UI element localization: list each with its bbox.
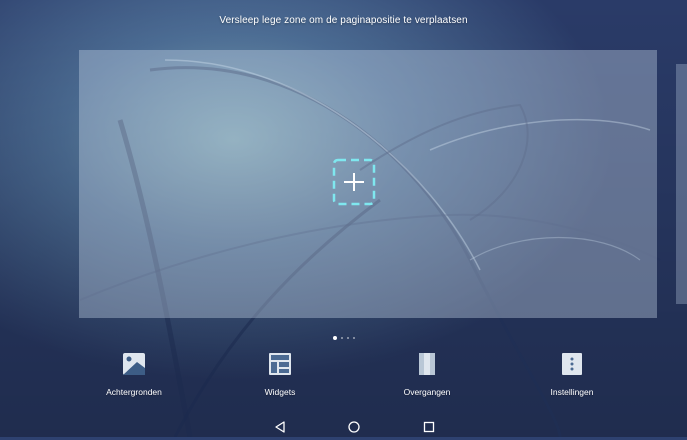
settings-button[interactable]: Instellingen — [522, 352, 622, 397]
page-dot-active — [332, 336, 337, 340]
wallpapers-button[interactable]: Achtergronden — [84, 352, 184, 397]
transitions-label: Overgangen — [403, 387, 451, 397]
recents-square-icon — [423, 421, 435, 433]
settings-label: Instellingen — [550, 387, 594, 397]
widgets-button[interactable]: Widgets — [230, 352, 330, 397]
page-dot — [346, 337, 349, 339]
back-triangle-icon — [275, 421, 285, 433]
widgets-label: Widgets — [264, 387, 296, 397]
settings-icon — [562, 353, 582, 375]
page-dot — [340, 337, 343, 339]
back-button[interactable] — [269, 419, 291, 435]
widgets-icon — [269, 353, 291, 375]
reposition-hint: Versleep lege zone om de paginapositie t… — [219, 15, 468, 26]
plus-icon — [332, 158, 376, 206]
transitions-icon — [419, 353, 435, 375]
home-circle-icon — [348, 421, 360, 433]
recents-button[interactable] — [418, 419, 440, 435]
wallpaper-icon — [123, 353, 145, 375]
wallpapers-label: Achtergronden — [106, 387, 162, 397]
home-button[interactable] — [343, 419, 365, 435]
page-dot — [352, 337, 355, 339]
page-indicator — [0, 334, 687, 342]
transitions-button[interactable]: Overgangen — [377, 352, 477, 397]
next-page-preview[interactable] — [676, 64, 687, 304]
add-page-button[interactable] — [332, 158, 376, 206]
